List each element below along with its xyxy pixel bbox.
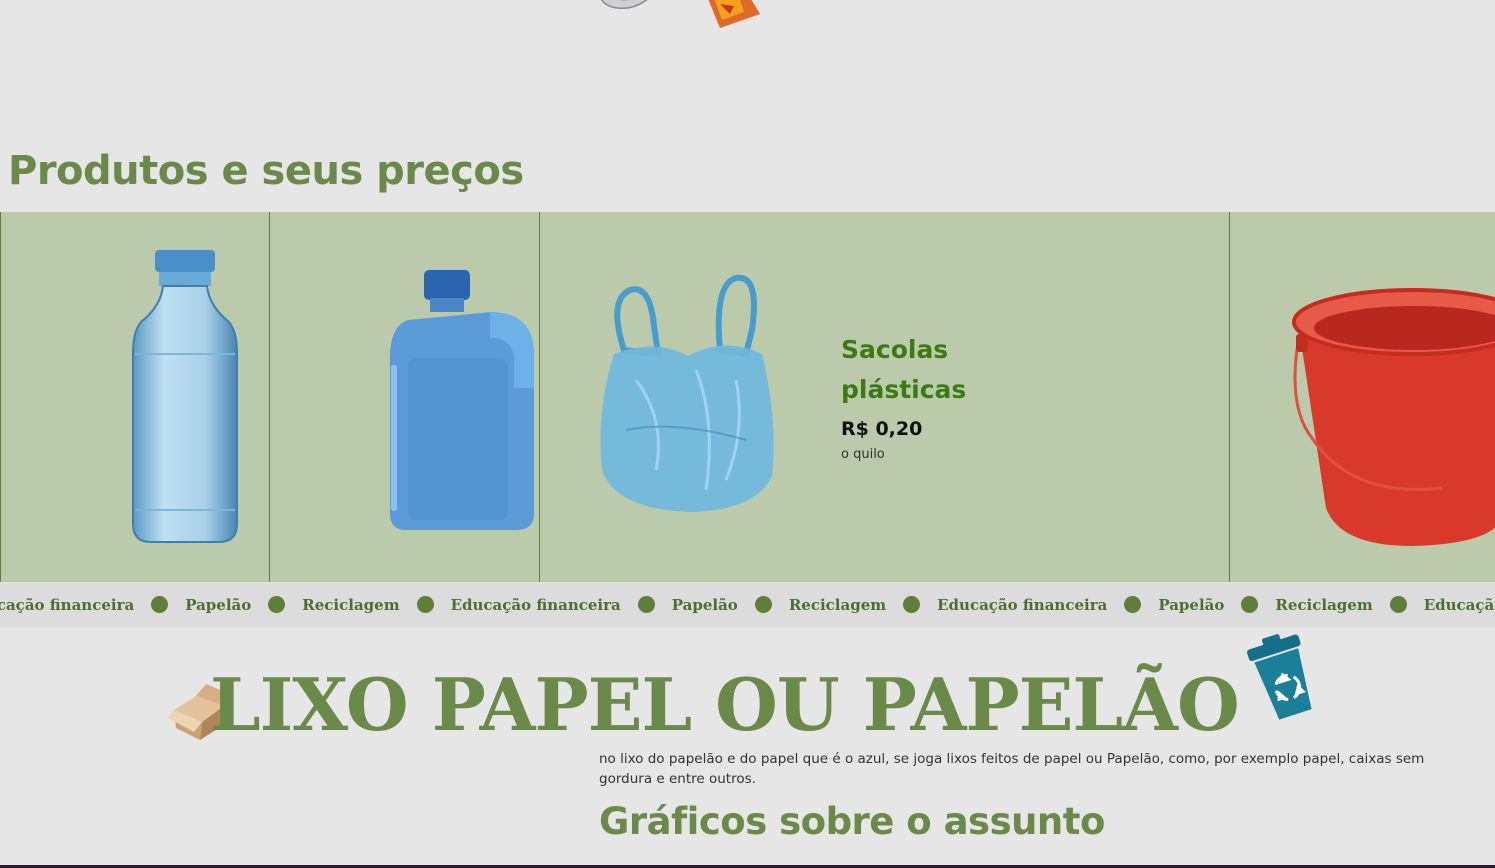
ticker-item: Educação financeira [0,596,185,614]
ticker-item: Papelão [672,596,789,614]
product-price-unit: o quilo [841,447,885,462]
ticker-dot-icon [754,596,772,613]
product-card[interactable]: Sacolas plásticas R$ 0,20 o quilo [539,212,1230,582]
product-card[interactable] [269,212,540,582]
ticker-dot-icon [151,596,169,613]
ticker-item: Papelão [185,596,302,614]
plastic-bottle-icon [132,250,238,543]
products-section-title: Produtos e seus preços [8,148,524,194]
ticker-item: Reciclagem [302,596,450,614]
ticker-item: Papelão [1158,596,1275,614]
product-name: Sacolas plásticas [841,335,967,404]
ticker-item: Reciclagem [1275,596,1423,614]
snack-bag-image-icon [708,0,760,28]
ticker-item: Educação financeira [937,596,1158,614]
plastic-jug-icon [390,270,535,530]
ticker-item: Educação financeira [1423,595,1495,614]
product-card[interactable] [1229,212,1495,582]
products-carousel[interactable]: Sacolas plásticas R$ 0,20 o quilo [0,212,1495,582]
paper-section-title: LIXO PAPEL OU PAPELÃO [210,662,1240,747]
can-image-icon [601,0,648,10]
product-card[interactable] [0,212,270,582]
ticker-dot-icon [268,596,286,613]
ticker-dot-icon [637,596,655,613]
charts-section-title: Gráficos sobre o assunto [599,800,1105,843]
ticker-dot-icon [1389,596,1407,613]
ticker-dot-icon [1241,596,1259,613]
ticker-dot-icon [1124,596,1142,613]
topics-ticker: Educação financeira Papelão Reciclagem E… [0,582,1495,627]
recycle-bin-icon [1247,634,1312,720]
product-price: R$ 0,20 [841,418,923,440]
plastic-bag-icon [600,274,774,512]
ticker-item: Educação financeira [451,596,672,614]
ticker-dot-icon [903,596,921,613]
ticker-item: Reciclagem [789,596,937,614]
ticker-dot-icon [416,596,434,613]
red-bucket-icon [1292,288,1495,546]
paper-section-description: no lixo do papelão e do papel que é o az… [599,751,1425,787]
